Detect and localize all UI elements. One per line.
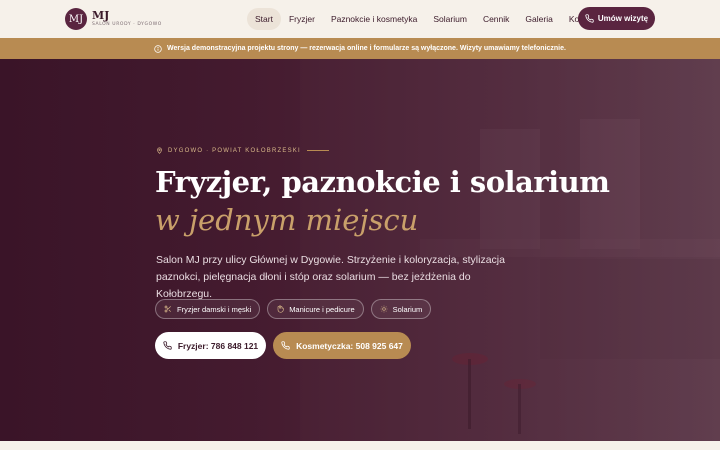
- nav-item-solarium[interactable]: Solarium: [425, 8, 475, 30]
- main-nav: Start Fryzjer Paznokcie i kosmetyka Sola…: [247, 8, 606, 30]
- nav-item-paznokcie[interactable]: Paznokcie i kosmetyka: [323, 8, 425, 30]
- phone-icon: [281, 341, 290, 350]
- map-pin-icon: [157, 147, 162, 154]
- sun-icon: [380, 305, 387, 313]
- nav-item-cennik[interactable]: Cennik: [475, 8, 517, 30]
- location-text: DYGOWO · POWIAT KOŁOBRZESKI: [168, 147, 301, 154]
- logo[interactable]: MJ MJ SALON URODY · DYGOWO: [65, 8, 162, 30]
- book-appointment-button[interactable]: Umów wizytę: [578, 7, 655, 30]
- logo-name: MJ: [92, 9, 110, 23]
- call-beautician-button[interactable]: Kosmetyczka: 508 925 647: [273, 332, 411, 359]
- scissors-icon: [164, 305, 171, 313]
- hero-title: Fryzjer, paznokcie i solarium: [155, 165, 610, 199]
- nav-item-fryzjer[interactable]: Fryzjer: [281, 8, 323, 30]
- chip-hairdresser[interactable]: Fryzjer damski i męski: [155, 299, 261, 319]
- demo-notice-text: Wersja demonstracyjna projektu strony — …: [167, 45, 566, 52]
- phone-icon: [585, 14, 594, 23]
- call-hairdresser-button[interactable]: Fryzjer: 786 848 121: [155, 332, 266, 359]
- hero-description: Salon MJ przy ulicy Głównej w Dygowie. S…: [156, 254, 505, 300]
- location-label: DYGOWO · POWIAT KOŁOBRZESKI: [156, 147, 329, 154]
- site-header: MJ MJ SALON URODY · DYGOWO Start Fryzjer…: [0, 0, 720, 38]
- info-icon: [154, 44, 162, 53]
- hand-icon: [277, 305, 284, 313]
- next-section-edge: [0, 441, 720, 450]
- demo-notice-bar: Wersja demonstracyjna projektu strony — …: [0, 38, 720, 59]
- chip-solarium[interactable]: Solarium: [370, 299, 432, 319]
- nav-item-start[interactable]: Start: [247, 8, 281, 30]
- hero-subtitle: w jednym miejscu: [155, 203, 419, 237]
- book-appointment-label: Umów wizytę: [597, 14, 649, 23]
- phone-icon: [163, 341, 172, 350]
- service-chips: Fryzjer damski i męski Manicure i pedicu…: [155, 299, 438, 319]
- location-divider: [306, 150, 329, 151]
- chip-manicure[interactable]: Manicure i pedicure: [267, 299, 364, 319]
- logo-badge: MJ: [65, 8, 87, 30]
- hero-section: [0, 59, 720, 441]
- nav-item-galeria[interactable]: Galeria: [517, 8, 560, 30]
- logo-tagline: SALON URODY · DYGOWO: [92, 22, 162, 28]
